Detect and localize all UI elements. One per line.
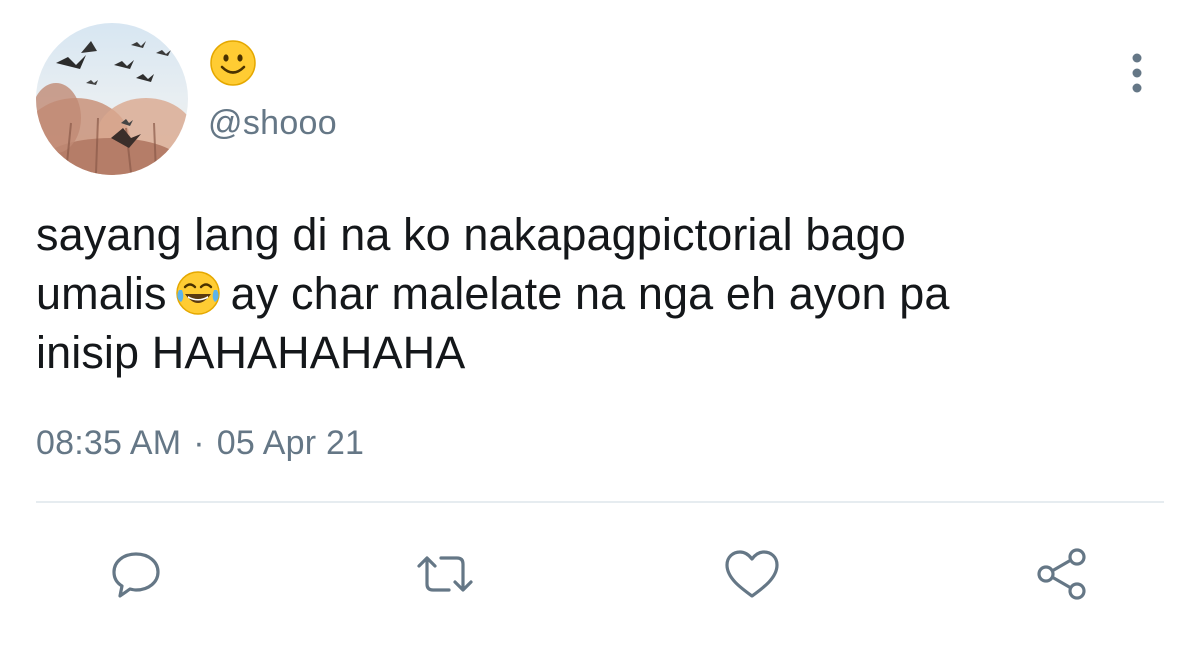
tweet-text-line-3: inisip HAHAHAHAHA: [36, 327, 466, 378]
retweet-button[interactable]: [413, 542, 477, 606]
tweet-text-line-1: sayang lang di na ko nakapagpictorial ba…: [36, 209, 906, 260]
retweet-icon: [417, 556, 473, 592]
smiling-face-emoji: [210, 40, 256, 86]
like-button[interactable]: [720, 542, 784, 606]
tweet-timestamp: 08:35 AM · 05 Apr 21: [36, 424, 364, 463]
user-handle[interactable]: @shooo: [208, 104, 337, 143]
tweet-date: 05 Apr 21: [216, 424, 365, 462]
more-vertical-icon[interactable]: [1118, 52, 1156, 96]
tweet-text-part-3: ay char malelate na nga eh ayon pa: [230, 268, 950, 319]
tweet-text-part-2: umalis: [36, 268, 167, 319]
divider: [36, 501, 1164, 503]
separator-dot: ·: [193, 424, 205, 462]
birds-over-trees-avatar: [36, 23, 188, 175]
heart-icon: [725, 550, 779, 598]
tweet-text: sayang lang di na ko nakapagpictorial ba…: [36, 205, 1156, 382]
tears-of-joy-emoji: [173, 268, 223, 318]
tweet-card: @shooo sayang lang di na ko nakapagpicto…: [0, 0, 1200, 662]
share-icon: [1037, 548, 1086, 600]
share-button[interactable]: [1030, 542, 1094, 606]
tweet-time: 08:35 AM: [36, 424, 182, 462]
comment-icon: [112, 552, 160, 598]
avatar[interactable]: [36, 23, 188, 175]
display-name[interactable]: [208, 38, 258, 88]
reply-button[interactable]: [104, 542, 168, 606]
